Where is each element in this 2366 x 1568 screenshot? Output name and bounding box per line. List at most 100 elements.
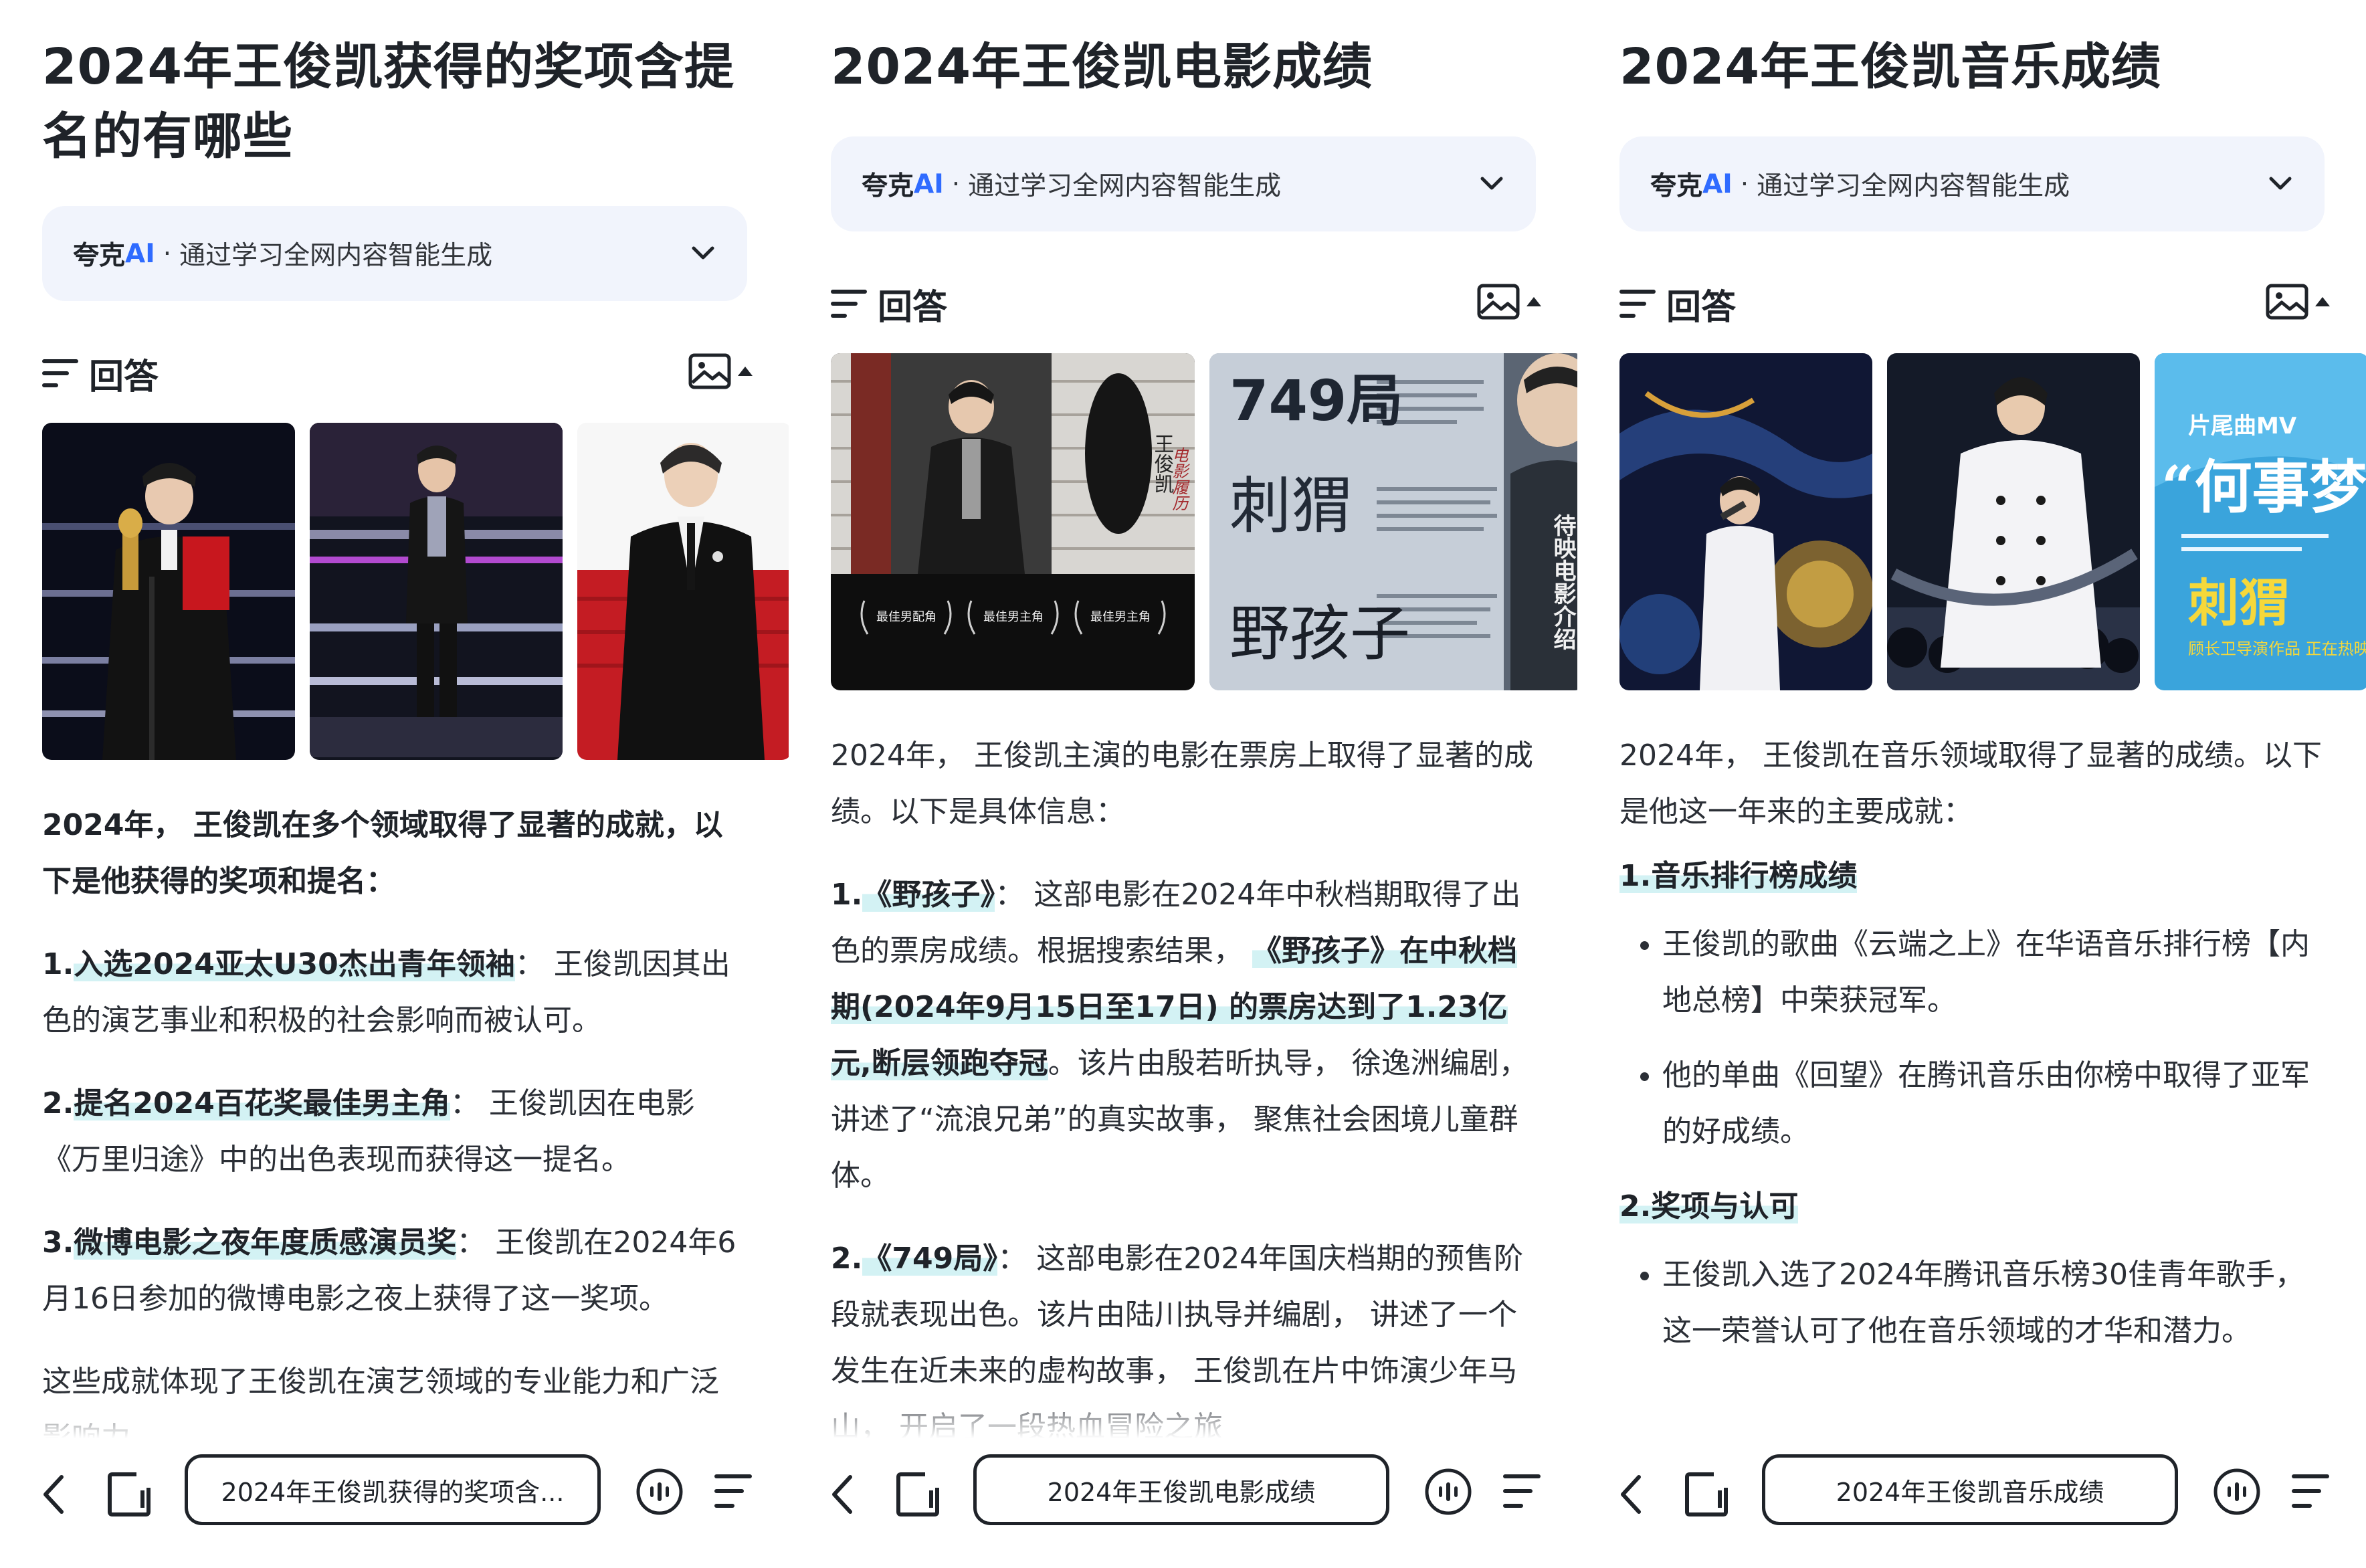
- upcoming-films-poster[interactable]: 749局 刺猬 野孩子 待映电影介绍: [1209, 353, 1577, 690]
- film-name: 《749局》: [862, 1242, 998, 1276]
- poster-calligraphy-1: 刺猬: [1229, 470, 1353, 542]
- ai-source-bar[interactable]: 夸克 AI · 通过学习全网内容智能生成: [1619, 136, 2325, 231]
- award-stage-photo[interactable]: [42, 423, 295, 760]
- red-carpet-photo[interactable]: [577, 423, 789, 760]
- back-arrow-icon[interactable]: [40, 1473, 67, 1516]
- film-item-1: 1.《野孩子》： 这部电影在2024年中秋档期取得了出色的票房成绩。根据搜索结果…: [831, 867, 1536, 1204]
- answer-header: 回答: [831, 280, 1541, 328]
- back-arrow-icon[interactable]: [1617, 1473, 1644, 1516]
- answer-label: 回答: [878, 287, 948, 328]
- ai-dot: ·: [163, 238, 172, 269]
- answer-body: 2024年， 王俊凯主演的电影在票房上取得了显著的成绩。以下是具体信息： 1.《…: [831, 728, 1536, 1456]
- section-heading-1: 1.音乐排行榜成绩: [1619, 848, 2325, 904]
- image-toggle[interactable]: [2266, 284, 2330, 320]
- image-toggle[interactable]: [1477, 284, 1541, 320]
- laurel-2: 最佳男主角: [983, 610, 1044, 624]
- menu-list-icon[interactable]: [1502, 1470, 1542, 1512]
- item-sep: ：: [450, 1086, 480, 1120]
- answer-body: 2024年， 王俊凯在多个领域取得了显著的成就，以下是他获得的奖项和提名： 1.…: [42, 797, 747, 1466]
- item-num: 1.: [831, 878, 863, 912]
- film-resume-poster[interactable]: 王俊凯 电影履历 最佳男配角 最佳男主角 最佳男主角: [831, 353, 1195, 690]
- caret-up-icon: [1526, 297, 1541, 306]
- answer-intro: 2024年， 王俊凯在音乐领域取得了显著的成绩。以下是他这一年来的主要成就：: [1619, 739, 2322, 829]
- image-strip: 片尾曲MV “何事梦里 刺猬 顾长卫导演作品 正在热映: [1619, 353, 2366, 690]
- content-fade: [789, 1391, 1577, 1438]
- laurel-1: 最佳男配角: [876, 610, 936, 624]
- voice-icon[interactable]: [2213, 1468, 2261, 1516]
- bottom-bar: 2024年王俊凯电影成绩: [789, 1438, 1577, 1568]
- image-icon: [1477, 284, 1520, 320]
- page-title: 2024年王俊凯电影成绩: [831, 38, 1373, 96]
- query-pill[interactable]: 2024年王俊凯电影成绩: [973, 1454, 1389, 1525]
- query-pill[interactable]: 2024年王俊凯获得的奖项含...: [185, 1454, 601, 1525]
- bullet-list-1: 王俊凯的歌曲《云端之上》在华语音乐排行榜【内地总榜】中荣获冠军。 他的单曲《回望…: [1619, 916, 2325, 1160]
- mv-big-text: “何事梦里: [2161, 454, 2366, 521]
- answer-lines-icon: [1619, 290, 1656, 318]
- ai-brand-accent: AI: [1702, 169, 1733, 199]
- image-strip: [42, 423, 789, 760]
- panel-content: 2024年王俊凯电影成绩 夸克 AI · 通过学习全网内容智能生成 回答 王俊凯…: [831, 20, 1577, 1482]
- poster-calligraphy-2: 野孩子: [1229, 599, 1410, 669]
- item-sep: ：: [995, 878, 1025, 912]
- panel-content: 2024年王俊凯音乐成绩 夸克 AI · 通过学习全网内容智能生成 回答 片尾曲…: [1619, 20, 2366, 1378]
- panel-music: 2024年王俊凯音乐成绩 夸克 AI · 通过学习全网内容智能生成 回答 片尾曲…: [1577, 0, 2366, 1568]
- ai-brand-accent: AI: [914, 169, 944, 199]
- ai-desc: 通过学习全网内容智能生成: [968, 171, 1282, 201]
- item-num: 1.: [42, 947, 74, 981]
- caret-up-icon: [738, 367, 753, 376]
- award-item-3: 3.微博电影之夜年度质感演员奖： 王俊凯在2024年6月16日参加的微博电影之夜…: [42, 1215, 747, 1327]
- mv-poster[interactable]: 片尾曲MV “何事梦里 刺猬 顾长卫导演作品 正在热映: [2155, 353, 2366, 690]
- menu-list-icon[interactable]: [2290, 1470, 2331, 1512]
- image-toggle[interactable]: [688, 353, 753, 389]
- image-icon: [688, 353, 731, 389]
- back-arrow-icon[interactable]: [829, 1473, 856, 1516]
- ai-brand: 夸克: [73, 241, 126, 271]
- chevron-down-icon[interactable]: [690, 240, 716, 267]
- panel-movies: 2024年王俊凯电影成绩 夸克 AI · 通过学习全网内容智能生成 回答 王俊凯…: [789, 0, 1577, 1568]
- poster-big-title: 749局: [1229, 368, 1403, 433]
- award-name: 微博电影之夜年度质感演员奖: [74, 1226, 457, 1260]
- bottom-bar: 2024年王俊凯获得的奖项含...: [0, 1438, 789, 1568]
- menu-list-icon[interactable]: [713, 1470, 753, 1512]
- voice-icon[interactable]: [1424, 1468, 1472, 1516]
- section-heading-2: 2.奖项与认可: [1619, 1179, 2325, 1235]
- award-name: 入选2024亚太U30杰出青年领袖: [74, 947, 515, 981]
- mv-top-text: 片尾曲MV: [2188, 413, 2297, 439]
- concert-photo[interactable]: [1619, 353, 1872, 690]
- voice-icon[interactable]: [635, 1468, 684, 1516]
- answer-body: 2024年， 王俊凯在音乐领域取得了显著的成绩。以下是他这一年来的主要成就： 1…: [1619, 728, 2325, 1359]
- tab-switch-icon[interactable]: [896, 1470, 940, 1518]
- tab-switch-icon[interactable]: [107, 1470, 151, 1518]
- page-title: 2024年王俊凯获得的奖项含提名的有哪些: [42, 38, 734, 165]
- mv-accent-text: 刺猬: [2188, 573, 2290, 633]
- chevron-down-icon[interactable]: [2267, 171, 2294, 197]
- item-sep: ：: [456, 1226, 486, 1260]
- ai-source-bar[interactable]: 夸克 AI · 通过学习全网内容智能生成: [42, 206, 747, 301]
- ai-dot: ·: [951, 169, 961, 199]
- item-sep: ：: [514, 947, 545, 981]
- bullet-list-2: 王俊凯入选了2024年腾讯音乐榜30佳青年歌手， 这一荣誉认可了他在音乐领域的才…: [1619, 1247, 2325, 1359]
- answer-label: 回答: [1666, 287, 1737, 328]
- query-pill[interactable]: 2024年王俊凯音乐成绩: [1762, 1454, 2178, 1525]
- chevron-down-icon[interactable]: [1478, 171, 1505, 197]
- ai-source-bar[interactable]: 夸克 AI · 通过学习全网内容智能生成: [831, 136, 1536, 231]
- tab-switch-icon[interactable]: [1684, 1470, 1729, 1518]
- award-item-1: 1.入选2024亚太U30杰出青年领袖： 王俊凯因其出色的演艺事业和积极的社会影…: [42, 937, 747, 1049]
- caret-up-icon: [2315, 297, 2330, 306]
- award-item-2: 2.提名2024百花奖最佳男主角： 王俊凯因在电影《万里归途》中的出色表现而获得…: [42, 1076, 747, 1188]
- ai-brand: 夸克: [862, 171, 914, 201]
- award-name: 提名2024百花奖最佳男主角: [74, 1086, 450, 1120]
- image-strip: 王俊凯 电影履历 最佳男配角 最佳男主角 最佳男主角 749局 刺猬 野孩子 待…: [831, 353, 1577, 690]
- answer-intro: 2024年， 王俊凯在多个领域取得了显著的成就，以下是他获得的奖项和提名：: [42, 808, 723, 898]
- list-item: 王俊凯的歌曲《云端之上》在华语音乐排行榜【内地总榜】中荣获冠军。: [1662, 916, 2325, 1029]
- content-fade: [0, 1391, 789, 1438]
- white-coat-photo[interactable]: [1887, 353, 2140, 690]
- ai-brand: 夸克: [1650, 171, 1703, 201]
- answer-intro: 2024年， 王俊凯主演的电影在票房上取得了显著的成绩。以下是具体信息：: [831, 739, 1533, 829]
- poster-side-text: 待映电影介绍: [1549, 514, 1576, 650]
- answer-header: 回答: [42, 349, 753, 397]
- ai-desc: 通过学习全网内容智能生成: [179, 241, 493, 271]
- performance-stage-photo[interactable]: [310, 423, 563, 760]
- image-icon: [2266, 284, 2308, 320]
- item-num: 3.: [42, 1226, 74, 1260]
